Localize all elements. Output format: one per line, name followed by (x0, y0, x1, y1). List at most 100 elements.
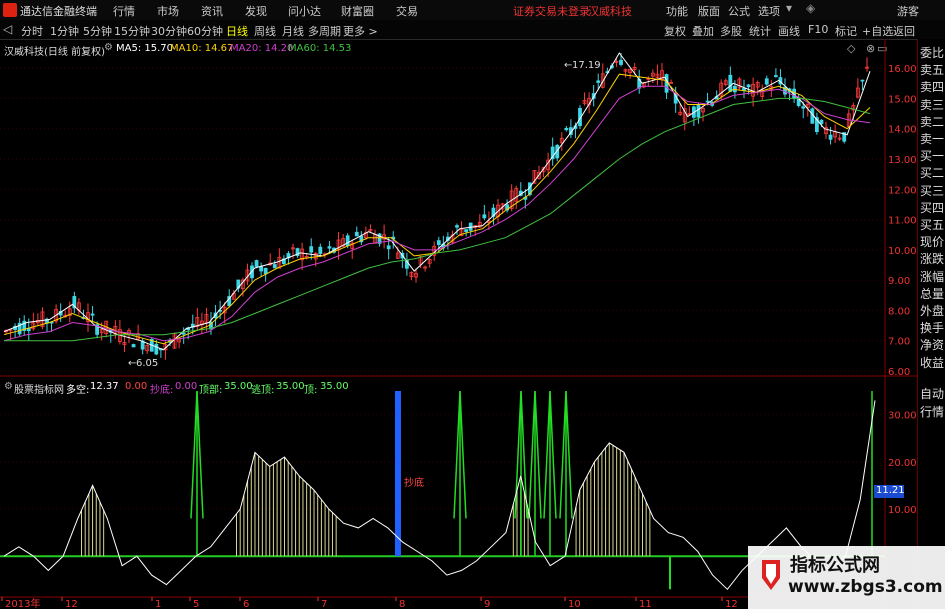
candle-body (728, 74, 733, 92)
indicator-line (3, 400, 876, 591)
chaodi-signal-bar (395, 391, 401, 557)
tab-daily[interactable]: 日线 (226, 23, 248, 39)
guest-label[interactable]: 游客 (897, 3, 919, 19)
toggle-panel-icon[interactable]: ◁ (3, 22, 12, 36)
btn-diejia[interactable]: 叠加 (692, 23, 714, 39)
btn-zixuan[interactable]: +自选 (862, 23, 893, 39)
price-tick-label: 12.00 (888, 185, 917, 196)
quote-field[interactable]: 卖四 (920, 80, 944, 94)
x-tick-label: 9 (484, 599, 490, 609)
tab-5min[interactable]: 5分钟 (83, 23, 112, 39)
tab-15min[interactable]: 15分钟 (114, 23, 150, 39)
login-warning[interactable]: 证券交易未登录 (513, 3, 590, 19)
candle-body (90, 313, 95, 316)
btn-duogu[interactable]: 多股 (720, 23, 742, 39)
chaodi-label: 抄底: (150, 385, 174, 396)
quote-field[interactable]: 卖二 (920, 115, 944, 129)
stock-chart[interactable]: 16.0015.0014.0013.0012.0011.0010.009.008… (0, 39, 917, 609)
tab-1min[interactable]: 1分钟 (50, 23, 79, 39)
tab-monthly[interactable]: 月线 (282, 23, 304, 39)
x-tick-label: 12 (65, 599, 78, 609)
quote-field[interactable]: 买二 (920, 166, 944, 180)
menu-zixun[interactable]: 资讯 (201, 3, 223, 19)
low-price-label: 6.05 (136, 358, 159, 369)
btn-fanhui[interactable]: 返回 (893, 23, 915, 39)
v1-value: 0.00 (125, 381, 148, 392)
candle-body (455, 225, 459, 228)
duokong-label: 多空: (66, 385, 90, 396)
main-price-grid: 16.0015.0014.0013.0012.0011.0010.009.008… (0, 39, 917, 609)
menu-jiaoyi[interactable]: 交易 (396, 3, 418, 19)
quote-field[interactable]: 净资 (920, 338, 944, 352)
quote-field[interactable]: 涨跌 (920, 252, 944, 266)
menu-shichang[interactable]: 市场 (157, 3, 179, 19)
tab-multi-period[interactable]: 多周期 (308, 23, 341, 39)
candle-body (354, 231, 359, 237)
candle-body (482, 214, 487, 219)
panel-mode-tab[interactable]: 自动 (920, 387, 944, 401)
quote-field[interactable]: 外盘 (920, 304, 944, 318)
quote-field[interactable]: 换手 (920, 321, 944, 335)
quote-field[interactable]: 卖五 (920, 63, 944, 77)
menu-caifuquan[interactable]: 财富圈 (341, 3, 374, 19)
ding-value: 35.00 (320, 381, 349, 392)
candle-body (254, 260, 259, 267)
taoding-value: 35.00 (276, 381, 305, 392)
menu-banmian[interactable]: 版面 (698, 3, 720, 19)
quote-field[interactable]: 卖三 (920, 98, 944, 112)
duokong-line (3, 400, 876, 591)
btn-tongji[interactable]: 统计 (749, 23, 771, 39)
menu-xuanxiang[interactable]: 选项 (758, 3, 780, 19)
ma-line-ma5 (3, 52, 871, 351)
quote-field[interactable]: 买三 (920, 184, 944, 198)
menu-gongshi[interactable]: 公式 (728, 3, 750, 19)
btn-f10[interactable]: F10 (808, 23, 828, 36)
x-tick-label: 6 (243, 599, 249, 609)
tab-more[interactable]: 更多 > (343, 23, 378, 39)
x-tick-label: 10 (568, 599, 581, 609)
menu-gongneng[interactable]: 功能 (666, 3, 688, 19)
tab-fenshi[interactable]: 分时 (21, 23, 43, 39)
x-tick-label: 11 (639, 599, 652, 609)
high-price-arrow: ← (564, 60, 573, 71)
price-tick-label: 13.00 (888, 155, 917, 166)
menu-wenxiaoda[interactable]: 问小达 (288, 3, 321, 19)
dingbu-label: 顶部: (199, 385, 223, 396)
tab-weekly[interactable]: 周线 (254, 23, 276, 39)
candle-body (272, 264, 277, 269)
quote-field[interactable]: 卖一 (920, 132, 944, 146)
x-tick-label: 7 (321, 599, 327, 609)
panel-mode-tab[interactable]: 行情 (920, 405, 944, 419)
watermark-logo (762, 560, 780, 590)
chaodi-signal-label: 抄底 (404, 478, 424, 489)
quote-field[interactable]: 买四 (920, 201, 944, 215)
menu-bar: 通达信金融终端 行情 市场 资讯 发现 问小达 财富圈 交易 证券交易未登录 汉… (0, 0, 945, 21)
quote-field[interactable]: 委比 (920, 46, 944, 60)
ding-label: 顶: (304, 385, 318, 396)
chaodi-value: 0.00 (175, 381, 198, 392)
menu-hangqing[interactable]: 行情 (113, 3, 135, 19)
indicator-tick-label: 20.00 (888, 458, 917, 469)
menu-faxian[interactable]: 发现 (245, 3, 267, 19)
x-tick-label: 5 (193, 599, 199, 609)
quote-field[interactable]: 收益 (920, 356, 944, 370)
price-tick-label: 16.00 (888, 64, 917, 75)
price-tick-label: 8.00 (888, 306, 910, 317)
candle-body (773, 75, 778, 77)
quote-field[interactable]: 涨幅 (920, 270, 944, 284)
tab-30min[interactable]: 30分钟 (151, 23, 187, 39)
indicator-gear-icon[interactable]: ⚙ (4, 381, 13, 392)
x-tick-label: 1 (155, 599, 161, 609)
candle-body (259, 266, 264, 272)
quote-field[interactable]: 总量 (920, 287, 944, 301)
tab-60min[interactable]: 60分钟 (187, 23, 223, 39)
quote-field[interactable]: 买一 (920, 149, 944, 163)
quote-field[interactable]: 买五 (920, 218, 944, 232)
menu-arrow-icon[interactable]: ▾ (786, 1, 792, 15)
network-icon[interactable]: ◈ (806, 1, 815, 15)
quote-field[interactable]: 现价 (920, 235, 944, 249)
btn-fuquan[interactable]: 复权 (664, 23, 686, 39)
btn-biaoji[interactable]: 标记 (835, 23, 857, 39)
candle-body (696, 104, 701, 118)
btn-huaxian[interactable]: 画线 (778, 23, 800, 39)
